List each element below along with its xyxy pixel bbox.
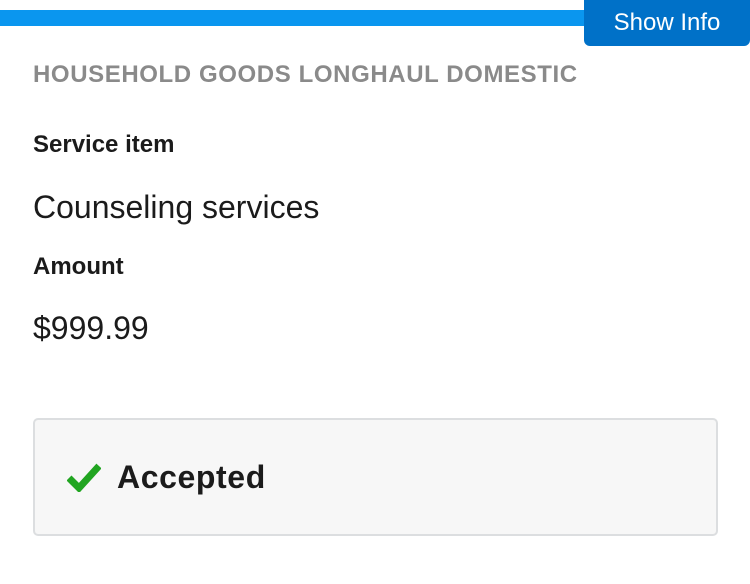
shipment-type-heading: HOUSEHOLD GOODS LONGHAUL DOMESTIC bbox=[33, 61, 578, 88]
status-text: Accepted bbox=[117, 458, 266, 495]
amount-value: $999.99 bbox=[33, 310, 149, 346]
service-item-value: Counseling services bbox=[33, 189, 320, 225]
amount-label: Amount bbox=[33, 253, 124, 280]
service-item-card: HOUSEHOLD GOODS LONGHAUL DOMESTIC Servic… bbox=[33, 56, 718, 346]
service-item-label: Service item bbox=[33, 131, 175, 158]
show-info-button[interactable]: Show Info bbox=[584, 0, 750, 46]
status-box: Accepted bbox=[33, 418, 718, 536]
check-icon bbox=[67, 462, 101, 492]
